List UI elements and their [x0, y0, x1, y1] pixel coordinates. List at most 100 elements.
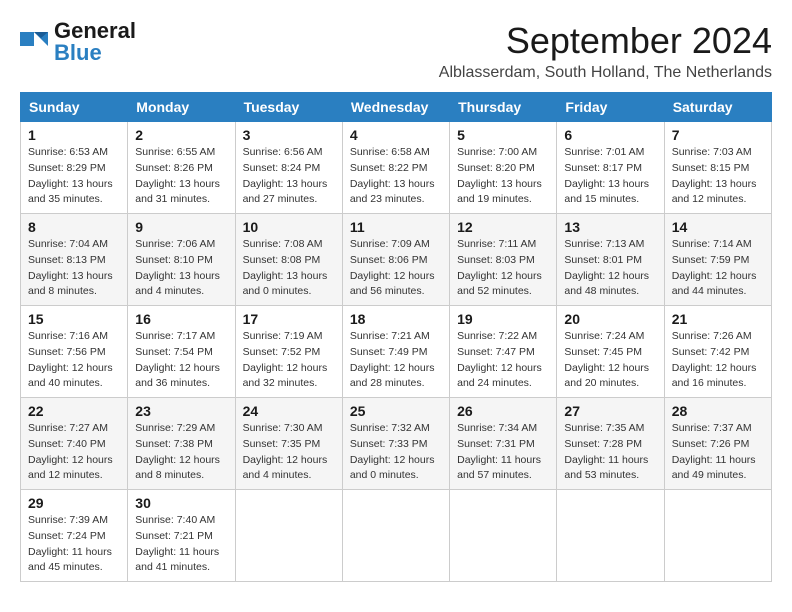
day-info: Sunrise: 7:09 AM Sunset: 8:06 PM Dayligh…: [350, 237, 442, 300]
calendar-table: SundayMondayTuesdayWednesdayThursdayFrid…: [20, 92, 772, 582]
header-wednesday: Wednesday: [342, 93, 449, 122]
location-title: Alblasserdam, South Holland, The Netherl…: [439, 64, 772, 82]
day-info: Sunrise: 6:55 AM Sunset: 8:26 PM Dayligh…: [135, 145, 227, 208]
calendar-cell: 7Sunrise: 7:03 AM Sunset: 8:15 PM Daylig…: [664, 122, 771, 214]
calendar-cell: 13Sunrise: 7:13 AM Sunset: 8:01 PM Dayli…: [557, 214, 664, 306]
calendar-cell: 26Sunrise: 7:34 AM Sunset: 7:31 PM Dayli…: [450, 398, 557, 490]
calendar-cell: 19 Sunrise: 7:22 AM Sunset: 7:47 PM Dayli…: [450, 306, 557, 398]
calendar-cell: 15 Sunrise: 7:16 AM Sunset: 7:56 PM Dayli…: [21, 306, 128, 398]
calendar-cell: 11 Sunrise: 7:09 AM Sunset: 8:06 PM Dayli…: [342, 214, 449, 306]
calendar-cell: 29 Sunrise: 7:39 AM Sunset: 7:24 PM Dayli…: [21, 490, 128, 582]
day-number: 5: [457, 127, 549, 143]
day-number: 13: [564, 219, 656, 235]
day-info: Sunrise: 6:58 AM Sunset: 8:22 PM Dayligh…: [350, 145, 442, 208]
day-number: 14: [672, 219, 764, 235]
header-saturday: Saturday: [664, 93, 771, 122]
header-monday: Monday: [128, 93, 235, 122]
calendar-cell: 24 Sunrise: 7:30 AM Sunset: 7:35 PM Dayli…: [235, 398, 342, 490]
calendar-cell: 6 Sunrise: 7:01 AM Sunset: 8:17 PM Daylig…: [557, 122, 664, 214]
calendar-cell: 17 Sunrise: 7:19 AM Sunset: 7:52 PM Dayli…: [235, 306, 342, 398]
calendar-cell: 5 Sunrise: 7:00 AM Sunset: 8:20 PM Daylig…: [450, 122, 557, 214]
day-info: Sunrise: 7:30 AM Sunset: 7:35 PM Dayligh…: [243, 421, 335, 484]
day-number: 23: [135, 403, 227, 419]
day-info: Sunrise: 7:24 AM Sunset: 7:45 PM Dayligh…: [564, 329, 656, 392]
day-number: 28: [672, 403, 764, 419]
day-number: 1: [28, 127, 120, 143]
calendar-cell: [342, 490, 449, 582]
header-friday: Friday: [557, 93, 664, 122]
calendar-cell: 9 Sunrise: 7:06 AM Sunset: 8:10 PM Daylig…: [128, 214, 235, 306]
calendar-cell: 14 Sunrise: 7:14 AM Sunset: 7:59 PM Dayli…: [664, 214, 771, 306]
title-area: September 2024 Alblasserdam, South Holla…: [439, 20, 772, 82]
day-number: 20: [564, 311, 656, 327]
day-number: 17: [243, 311, 335, 327]
logo-icon: [20, 28, 52, 56]
day-number: 11: [350, 219, 442, 235]
calendar-week-4: 22 Sunrise: 7:27 AM Sunset: 7:40 PM Dayli…: [21, 398, 772, 490]
day-info: Sunrise: 7:21 AM Sunset: 7:49 PM Dayligh…: [350, 329, 442, 392]
day-info: Sunrise: 7:14 AM Sunset: 7:59 PM Dayligh…: [672, 237, 764, 300]
day-info: Sunrise: 6:56 AM Sunset: 8:24 PM Dayligh…: [243, 145, 335, 208]
month-title: September 2024: [439, 20, 772, 62]
day-info: Sunrise: 7:27 AM Sunset: 7:40 PM Dayligh…: [28, 421, 120, 484]
day-info: Sunrise: 7:37 AM Sunset: 7:26 PM Dayligh…: [672, 421, 764, 484]
calendar-cell: 1 Sunrise: 6:53 AM Sunset: 8:29 PM Daylig…: [21, 122, 128, 214]
day-number: 9: [135, 219, 227, 235]
day-number: 16: [135, 311, 227, 327]
day-info: Sunrise: 7:29 AM Sunset: 7:38 PM Dayligh…: [135, 421, 227, 484]
day-info: Sunrise: 7:04 AM Sunset: 8:13 PM Dayligh…: [28, 237, 120, 300]
day-info: Sunrise: 7:06 AM Sunset: 8:10 PM Dayligh…: [135, 237, 227, 300]
header-tuesday: Tuesday: [235, 93, 342, 122]
calendar-cell: 25Sunrise: 7:32 AM Sunset: 7:33 PM Dayli…: [342, 398, 449, 490]
calendar-cell: 16 Sunrise: 7:17 AM Sunset: 7:54 PM Dayli…: [128, 306, 235, 398]
day-number: 29: [28, 495, 120, 511]
day-info: Sunrise: 7:01 AM Sunset: 8:17 PM Dayligh…: [564, 145, 656, 208]
logo-text: General Blue: [54, 20, 136, 64]
calendar-cell: [450, 490, 557, 582]
day-number: 19: [457, 311, 549, 327]
day-info: Sunrise: 7:08 AM Sunset: 8:08 PM Dayligh…: [243, 237, 335, 300]
day-number: 8: [28, 219, 120, 235]
calendar-cell: 27 Sunrise: 7:35 AM Sunset: 7:28 PM Dayli…: [557, 398, 664, 490]
calendar-cell: [664, 490, 771, 582]
day-number: 30: [135, 495, 227, 511]
calendar-cell: 28 Sunrise: 7:37 AM Sunset: 7:26 PM Dayli…: [664, 398, 771, 490]
day-info: Sunrise: 7:16 AM Sunset: 7:56 PM Dayligh…: [28, 329, 120, 392]
calendar-cell: 3 Sunrise: 6:56 AM Sunset: 8:24 PM Daylig…: [235, 122, 342, 214]
calendar-week-3: 15 Sunrise: 7:16 AM Sunset: 7:56 PM Dayli…: [21, 306, 772, 398]
day-number: 12: [457, 219, 549, 235]
day-info: Sunrise: 7:19 AM Sunset: 7:52 PM Dayligh…: [243, 329, 335, 392]
day-info: Sunrise: 7:34 AM Sunset: 7:31 PM Dayligh…: [457, 421, 549, 484]
calendar-cell: 22 Sunrise: 7:27 AM Sunset: 7:40 PM Dayli…: [21, 398, 128, 490]
calendar-cell: [557, 490, 664, 582]
day-info: Sunrise: 7:00 AM Sunset: 8:20 PM Dayligh…: [457, 145, 549, 208]
calendar-cell: 18Sunrise: 7:21 AM Sunset: 7:49 PM Dayli…: [342, 306, 449, 398]
day-number: 15: [28, 311, 120, 327]
day-number: 6: [564, 127, 656, 143]
calendar-cell: 10Sunrise: 7:08 AM Sunset: 8:08 PM Dayli…: [235, 214, 342, 306]
calendar-week-1: 1 Sunrise: 6:53 AM Sunset: 8:29 PM Daylig…: [21, 122, 772, 214]
calendar-cell: [235, 490, 342, 582]
day-info: Sunrise: 7:22 AM Sunset: 7:47 PM Dayligh…: [457, 329, 549, 392]
day-info: Sunrise: 7:11 AM Sunset: 8:03 PM Dayligh…: [457, 237, 549, 300]
header-sunday: Sunday: [21, 93, 128, 122]
day-info: Sunrise: 7:35 AM Sunset: 7:28 PM Dayligh…: [564, 421, 656, 484]
day-number: 25: [350, 403, 442, 419]
day-number: 27: [564, 403, 656, 419]
day-number: 7: [672, 127, 764, 143]
calendar-cell: 12 Sunrise: 7:11 AM Sunset: 8:03 PM Dayli…: [450, 214, 557, 306]
calendar-cell: 8 Sunrise: 7:04 AM Sunset: 8:13 PM Daylig…: [21, 214, 128, 306]
day-number: 3: [243, 127, 335, 143]
day-number: 22: [28, 403, 120, 419]
day-info: Sunrise: 7:39 AM Sunset: 7:24 PM Dayligh…: [28, 513, 120, 576]
day-number: 21: [672, 311, 764, 327]
calendar-cell: 30Sunrise: 7:40 AM Sunset: 7:21 PM Dayli…: [128, 490, 235, 582]
day-info: Sunrise: 6:53 AM Sunset: 8:29 PM Dayligh…: [28, 145, 120, 208]
day-number: 24: [243, 403, 335, 419]
header-thursday: Thursday: [450, 93, 557, 122]
day-info: Sunrise: 7:26 AM Sunset: 7:42 PM Dayligh…: [672, 329, 764, 392]
calendar-cell: 20 Sunrise: 7:24 AM Sunset: 7:45 PM Dayli…: [557, 306, 664, 398]
day-info: Sunrise: 7:17 AM Sunset: 7:54 PM Dayligh…: [135, 329, 227, 392]
day-number: 4: [350, 127, 442, 143]
calendar-cell: 23 Sunrise: 7:29 AM Sunset: 7:38 PM Dayli…: [128, 398, 235, 490]
